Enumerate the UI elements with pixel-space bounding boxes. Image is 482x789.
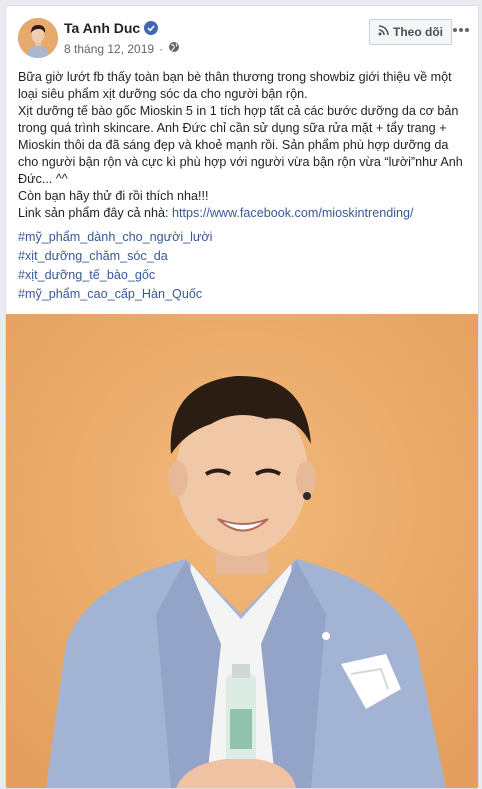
hashtag-link[interactable]: #xịt_dưỡng_tế_bào_gốc [18,266,466,285]
post-date[interactable]: 8 tháng 12, 2019 [64,42,154,56]
hashtag-link[interactable]: #xịt_dưỡng_chăm_sóc_da [18,247,466,266]
post-paragraph: Bữa giờ lướt fb thấy toàn bạn bè thân th… [18,70,452,101]
rss-icon [378,25,389,39]
hashtag-list: #mỹ_phẩm_dành_cho_người_lười #xịt_dưỡng_… [18,228,466,304]
author-header: Ta Anh Duc [64,20,159,36]
more-options-icon[interactable] [451,20,471,40]
facebook-post: Ta Anh Duc 8 tháng 12, 2019 · Theo dõi B… [5,5,479,789]
follow-label: Theo dõi [393,25,443,39]
hashtag-link[interactable]: #mỹ_phẩm_dành_cho_người_lười [18,228,466,247]
globe-icon[interactable] [168,41,180,56]
product-link[interactable]: https://www.facebook.com/mioskintrending… [172,206,414,220]
post-meta: 8 tháng 12, 2019 · [64,41,180,56]
follow-button[interactable]: Theo dõi [369,19,452,45]
author-name[interactable]: Ta Anh Duc [64,20,140,36]
post-body: Bữa giờ lướt fb thấy toàn bạn bè thân th… [18,69,466,304]
post-link-line: Link sản phẩm đây cả nhà: https://www.fa… [18,205,466,222]
post-photo[interactable] [6,314,478,788]
hashtag-link[interactable]: #mỹ_phẩm_cao_cấp_Hàn_Quốc [18,285,466,304]
post-paragraph: Xịt dưỡng tế bào gốc Mioskin 5 in 1 tích… [18,104,463,186]
link-prefix: Link sản phẩm đây cả nhà: [18,206,173,220]
separator-dot: · [159,41,164,56]
post-paragraph: Còn bạn hãy thử đi rồi thích nha!!! [18,189,209,203]
author-avatar[interactable] [18,18,58,58]
verified-badge-icon [144,21,159,35]
